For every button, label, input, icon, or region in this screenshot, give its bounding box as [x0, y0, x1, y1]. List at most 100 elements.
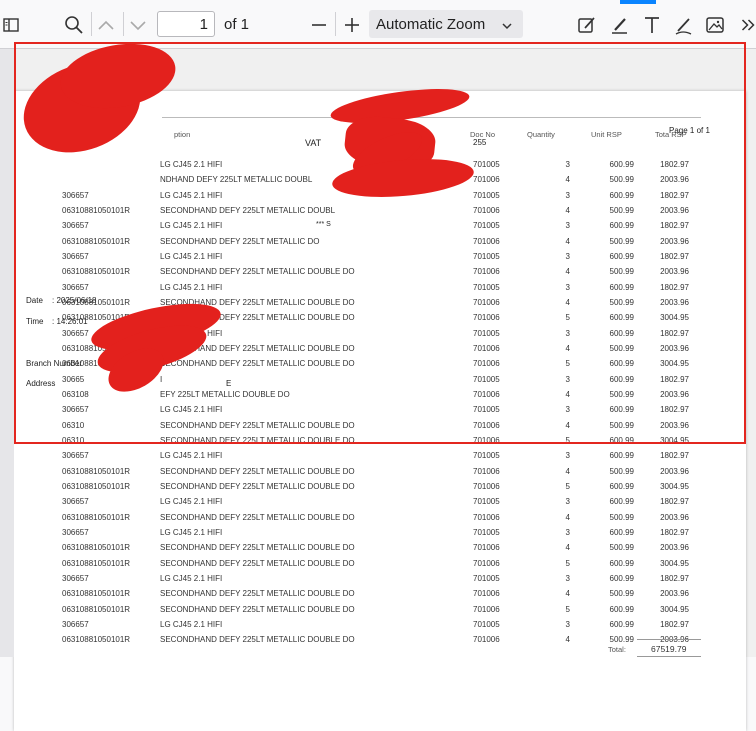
cell-unit: 600.99	[609, 190, 634, 200]
cell-unit: 500.99	[609, 512, 634, 522]
zoom-in-icon[interactable]	[341, 14, 363, 36]
previous-page-icon[interactable]	[95, 14, 117, 36]
cell-doc: 701006	[473, 343, 500, 353]
vat-label: VAT	[305, 138, 322, 148]
cell-code: 306657	[62, 527, 89, 537]
cell-total: 2003.96	[660, 175, 689, 185]
cell-code: 306657	[62, 190, 89, 200]
cell-qty: 3	[565, 374, 570, 384]
cell-qty: 3	[565, 282, 570, 292]
cell-desc: SECONDHAND DEFY 225LT METALLIC DOUBLE DO	[160, 543, 355, 553]
page-number-input[interactable]	[157, 11, 215, 37]
cell-doc: 701006	[473, 313, 500, 323]
cell-qty: 4	[565, 512, 570, 522]
cell-total: 3004.95	[660, 558, 689, 568]
cell-qty: 5	[565, 359, 570, 369]
cell-desc: SECONDHAND DEFY 225LT METALLIC DOUBLE DO	[160, 435, 355, 445]
cell-desc: LG CJ45 2.1 HIFI	[160, 619, 223, 629]
cell-doc: 701006	[473, 359, 500, 369]
cell-total: 2003.96	[660, 466, 689, 476]
cell-qty: 3	[565, 251, 570, 261]
cell-unit: 500.99	[609, 205, 634, 215]
cell-code: 063108	[62, 389, 89, 399]
cell-qty: 4	[565, 267, 570, 277]
cell-doc: 701005	[473, 374, 500, 384]
cell-total: 1802.97	[660, 190, 689, 200]
cell-qty: 3	[565, 527, 570, 537]
cell-qty: 4	[565, 389, 570, 399]
cell-unit: 600.99	[609, 481, 634, 491]
cell-total: 1802.97	[660, 497, 689, 507]
cell-total: 2003.96	[660, 543, 689, 553]
cell-desc: LG CJ45 2.1 HIFI	[160, 527, 223, 537]
cell-qty: 4	[565, 175, 570, 185]
vat-fragment: 255	[473, 138, 487, 147]
cell-unit: 500.99	[609, 420, 634, 430]
cell-total: 1802.97	[660, 328, 689, 338]
cell-qty: 5	[565, 435, 570, 445]
cell-unit: 600.99	[609, 221, 634, 231]
cell-desc: SECONDHAND DEFY 225LT METALLIC DOUBLE DO	[160, 420, 355, 430]
cell-doc: 701005	[473, 282, 500, 292]
cell-code: 06310	[62, 435, 85, 445]
cell-total: 1802.97	[660, 374, 689, 384]
cell-doc: 701005	[473, 497, 500, 507]
cell-total: 3004.95	[660, 313, 689, 323]
cell-desc: SECONDHAND DEFY 225LT METALLIC DOUBLE DO	[160, 558, 355, 568]
search-icon[interactable]	[63, 14, 85, 36]
cell-total: 1802.97	[660, 405, 689, 415]
cell-unit: 600.99	[609, 604, 634, 614]
cell-unit: 500.99	[609, 175, 634, 185]
time-label: Time	[26, 317, 44, 326]
draw-icon[interactable]	[673, 14, 695, 36]
cell-unit: 600.99	[609, 558, 634, 568]
cell-code: 306657	[62, 282, 89, 292]
cell-desc: SECONDHAND DEFY 225LT METALLIC DOUBLE DO	[160, 466, 355, 476]
cell-total: 2003.96	[660, 512, 689, 522]
cell-doc: 701006	[473, 236, 500, 246]
cell-total: 2003.96	[660, 205, 689, 215]
cell-total: 1802.97	[660, 221, 689, 231]
cell-desc: LG CJ45 2.1 HIFI	[160, 451, 223, 461]
cell-total: 1802.97	[660, 282, 689, 292]
next-page-icon[interactable]	[127, 14, 149, 36]
total-label: Total:	[608, 645, 626, 654]
cell-unit: 500.99	[609, 236, 634, 246]
cell-doc: 701005	[473, 451, 500, 461]
chevron-down-icon	[501, 19, 513, 31]
cell-code: 06310881050101R	[62, 589, 131, 599]
cell-code: 06310881050101R	[62, 543, 131, 553]
cell-qty: 5	[565, 558, 570, 568]
cell-code: 06310881050101R	[62, 205, 131, 215]
cell-total: 2003.96	[660, 389, 689, 399]
edit-text-icon[interactable]	[576, 14, 598, 36]
zoom-select[interactable]: Automatic Zoom	[369, 10, 523, 38]
more-tools-icon[interactable]	[737, 14, 756, 36]
highlight-icon[interactable]	[609, 14, 631, 36]
cell-unit: 600.99	[609, 374, 634, 384]
add-image-icon[interactable]	[704, 14, 726, 36]
cell-desc: SECONDHAND DEFY 225LT METALLIC DOUBLE DO	[160, 481, 355, 491]
text-tool-icon[interactable]	[641, 14, 663, 36]
cell-desc: SECONDHAND DEFY 225LT METALLIC DOUBL	[160, 205, 336, 215]
cell-unit: 600.99	[609, 282, 634, 292]
zoom-out-icon[interactable]	[308, 14, 330, 36]
cell-total: 3004.95	[660, 359, 689, 369]
cell-desc: SECONDHAND DEFY 225LT METALLIC DOUBLE DO	[160, 512, 355, 522]
cell-code: 06310881050101R	[62, 297, 131, 307]
total-value: 67519.79	[651, 644, 687, 654]
cell-unit: 600.99	[609, 573, 634, 583]
cell-doc: 701006	[473, 420, 500, 430]
sidebar-toggle-icon[interactable]	[0, 14, 19, 36]
cell-unit: 600.99	[609, 619, 634, 629]
cell-qty: 3	[565, 573, 570, 583]
cell-code: 06310881050101R	[62, 635, 131, 645]
cell-qty: 4	[565, 205, 570, 215]
sidebar-strip	[0, 49, 14, 657]
cell-code: 06310881050101R	[62, 604, 131, 614]
cell-code: 306657	[62, 573, 89, 583]
cell-qty: 5	[565, 604, 570, 614]
cell-qty: 4	[565, 420, 570, 430]
cell-doc: 701006	[473, 512, 500, 522]
cell-unit: 500.99	[609, 466, 634, 476]
